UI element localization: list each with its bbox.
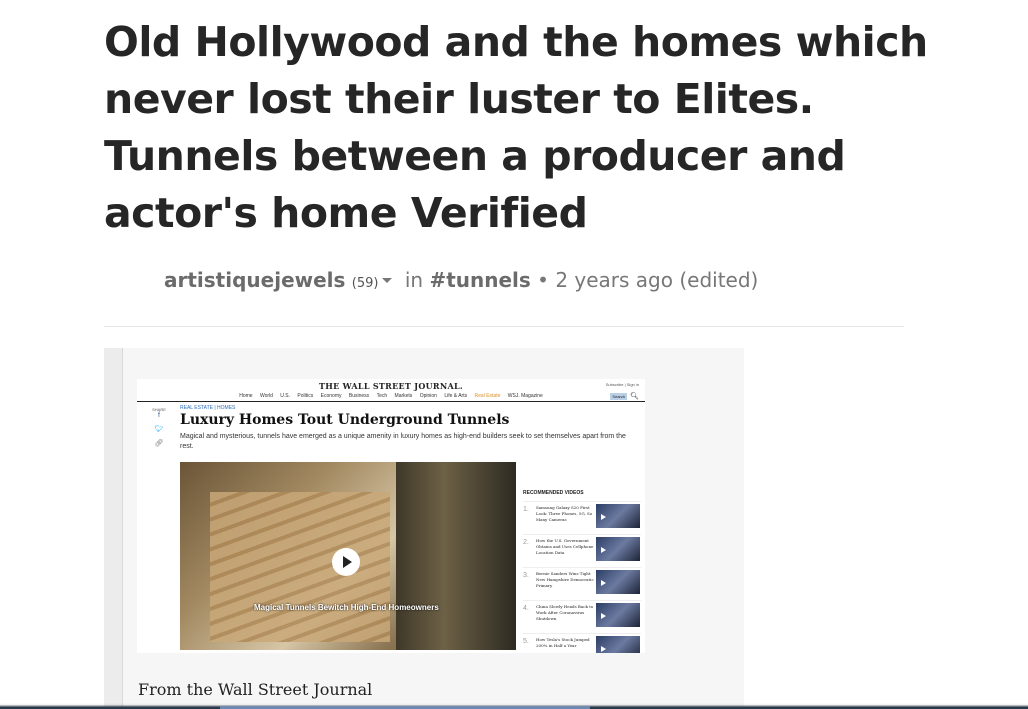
wsj-nav-item: World: [259, 393, 273, 399]
wsj-nav-item: Opinion: [419, 393, 437, 399]
in-label: in: [404, 268, 424, 292]
wsj-nav-item: Markets: [394, 393, 413, 399]
post-time[interactable]: 2 years ago: [555, 268, 673, 292]
wsj-nav-item: U.S.: [280, 393, 291, 399]
wsj-search: Search 🔍︎: [610, 392, 639, 400]
edited-label: (edited): [679, 268, 759, 292]
post-meta: artistiquejewels (59) in #tunnels • 2 ye…: [164, 268, 758, 292]
wsj-headline: Luxury Homes Tout Underground Tunnels: [180, 412, 510, 428]
community-tag-link[interactable]: #tunnels: [429, 268, 530, 292]
wsj-nav-item: WSJ. Magazine: [507, 393, 543, 399]
wsj-subscribe: Subscribe | Sign in: [605, 382, 639, 387]
wsj-video-photo: Magical Tunnels Bewitch High-End Homeown…: [180, 462, 516, 650]
wsj-nav-item: Life & Arts: [444, 393, 468, 399]
wsj-nav-item: Economy: [320, 393, 342, 399]
wsj-nav-item: Real Estate: [474, 393, 501, 399]
staircase-image: [210, 492, 390, 642]
video-title: China Slowly Heads Back to Work After Co…: [536, 604, 594, 621]
wsj-share: SHARE f 🐦︎ 🔗︎: [149, 407, 169, 453]
header-divider: [104, 326, 904, 327]
video-title: How the U.S. Government Obtains and Uses…: [536, 538, 594, 555]
wsj-nav-item: Politics: [297, 393, 314, 399]
wsj-nav-item: Tech: [376, 393, 388, 399]
video-number: 2.: [523, 539, 529, 546]
meta-separator: •: [537, 268, 549, 292]
wsj-nav: Home World U.S. Politics Economy Busines…: [137, 393, 645, 399]
quote-bar: [104, 348, 123, 709]
video-number: 3.: [523, 572, 529, 579]
wsj-masthead: THE WALL STREET JOURNAL.: [319, 381, 463, 391]
video-number: 1.: [523, 506, 529, 513]
wsj-kicker: REAL ESTATE | HOMES: [180, 405, 236, 411]
facebook-icon: f: [158, 412, 160, 419]
search-icon: 🔍︎: [630, 392, 639, 400]
video-item: 4. China Slowly Heads Back to Work After…: [523, 600, 641, 633]
embedded-screenshot[interactable]: THE WALL STREET JOURNAL. Subscribe | Sig…: [137, 379, 645, 653]
image-caption: From the Wall Street Journal: [138, 680, 373, 699]
video-thumbnail: [596, 537, 640, 561]
author-link[interactable]: artistiquejewels: [164, 268, 345, 292]
tunnel-image: [396, 462, 516, 650]
twitter-icon: 🐦︎: [154, 426, 164, 433]
wsj-nav-item: Home: [239, 393, 253, 399]
wsj-nav-item: Business: [348, 393, 370, 399]
author-reputation: (59): [351, 276, 379, 291]
photo-caption: Magical Tunnels Bewitch High-End Homeown…: [254, 603, 439, 612]
link-icon: 🔗︎: [154, 440, 164, 447]
video-item: 2. How the U.S. Government Obtains and U…: [523, 534, 641, 567]
video-item: 3. Bernie Sanders Wins Tight New Hampshi…: [523, 567, 641, 600]
wsj-search-button: Search: [610, 393, 628, 400]
video-item: 5. How Tesla's Stock Jumped 200% in Half…: [523, 633, 641, 653]
wsj-recommended-videos: RECOMMENDED VIDEOS 1. Samsung Galaxy S20…: [523, 490, 641, 653]
video-thumbnail: [596, 504, 640, 528]
wsj-rule: [137, 401, 645, 402]
wsj-dek: Magical and mysterious, tunnels have eme…: [180, 433, 626, 450]
video-title: Samsung Galaxy S20 First Look: Three Pho…: [536, 505, 593, 522]
recommended-heading: RECOMMENDED VIDEOS: [523, 490, 584, 496]
video-thumbnail: [596, 570, 640, 594]
play-icon: [332, 548, 360, 576]
post-title: Old Hollywood and the homes which never …: [104, 18, 928, 237]
author-menu-caret-icon[interactable]: [382, 278, 393, 283]
video-thumbnail: [596, 636, 640, 653]
video-number: 4.: [523, 605, 529, 612]
video-thumbnail: [596, 603, 640, 627]
video-title: How Tesla's Stock Jumped 200% in Half a …: [536, 637, 590, 648]
video-number: 5.: [523, 638, 529, 645]
video-title: Bernie Sanders Wins Tight New Hampshire …: [536, 571, 594, 588]
video-item: 1. Samsung Galaxy S20 First Look: Three …: [523, 501, 641, 534]
